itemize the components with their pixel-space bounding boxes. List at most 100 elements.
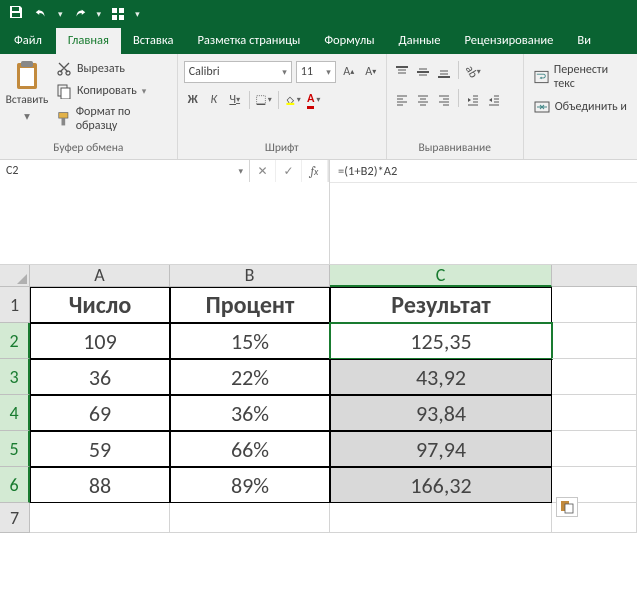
cell-B1[interactable]: Процент — [170, 287, 330, 323]
worksheet-grid[interactable]: A B C 1 Число Процент Результат 2 109 15… — [0, 265, 637, 533]
format-painter-button[interactable]: Формат по образцу — [52, 103, 171, 135]
cell-A1[interactable]: Число — [30, 287, 170, 323]
wrap-text-button[interactable]: Перенести текс — [530, 61, 631, 93]
cell-A4[interactable]: 69 — [30, 395, 170, 431]
paste-button[interactable]: Вставить ▾ — [6, 57, 48, 141]
align-left-button[interactable] — [393, 89, 411, 111]
redo-dropdown-icon[interactable]: ▾ — [97, 9, 102, 20]
cell-B7[interactable] — [170, 503, 330, 533]
tab-review[interactable]: Рецензирование — [452, 28, 565, 54]
cell-C4[interactable]: 93,84 — [330, 395, 552, 431]
increase-indent-button[interactable] — [485, 89, 503, 111]
group-label-font: Шрифт — [184, 141, 380, 157]
save-icon[interactable] — [8, 4, 24, 25]
cut-button[interactable]: Вырезать — [52, 59, 171, 79]
formula-text: =(1+B2)*A2 — [330, 164, 397, 179]
tab-formulas[interactable]: Формулы — [312, 28, 386, 54]
tab-home[interactable]: Главная — [56, 28, 121, 54]
brush-icon — [56, 111, 71, 127]
align-bottom-button[interactable] — [435, 61, 453, 83]
col-header-B[interactable]: B — [170, 265, 330, 287]
font-name-combo[interactable]: Calibri ▾ — [184, 61, 292, 83]
cell-A6[interactable]: 88 — [30, 467, 170, 503]
bold-button[interactable]: Ж — [184, 89, 202, 111]
cell-B2[interactable]: 15% — [170, 323, 330, 359]
paste-options-icon[interactable] — [556, 497, 578, 517]
fill-color-button[interactable]: ▾ — [284, 89, 302, 111]
tab-file[interactable]: Файл — [0, 28, 56, 54]
align-center-button[interactable] — [414, 89, 432, 111]
tab-view[interactable]: Ви — [565, 28, 603, 54]
cell-C6[interactable]: 166,32 — [330, 467, 552, 503]
cut-label: Вырезать — [77, 62, 125, 76]
cell-D3[interactable] — [552, 359, 637, 395]
cell-A2[interactable]: 109 — [30, 323, 170, 359]
cell-A3[interactable]: 36 — [30, 359, 170, 395]
cell-C3[interactable]: 43,92 — [330, 359, 552, 395]
orientation-button[interactable]: ab▾ — [464, 61, 482, 83]
cell-B3[interactable]: 22% — [170, 359, 330, 395]
cell-C5[interactable]: 97,94 — [330, 431, 552, 467]
align-right-button[interactable] — [435, 89, 453, 111]
decrease-font-button[interactable]: A▾ — [362, 61, 380, 83]
merge-icon — [534, 99, 550, 115]
cell-B6[interactable]: 89% — [170, 467, 330, 503]
underline-button[interactable]: Ч ▾ — [226, 89, 244, 111]
row-header-5[interactable]: 5 — [0, 431, 30, 467]
redo-icon[interactable] — [71, 5, 89, 23]
row-header-1[interactable]: 1 — [0, 287, 30, 323]
undo-dropdown-icon[interactable]: ▾ — [58, 9, 63, 20]
undo-icon[interactable] — [32, 5, 50, 23]
align-top-button[interactable] — [393, 61, 411, 83]
accept-formula-button[interactable]: ✓ — [276, 160, 302, 182]
cell-D5[interactable] — [552, 431, 637, 467]
cell-D1[interactable] — [552, 287, 637, 323]
col-header-C[interactable]: C — [330, 265, 552, 287]
cell-D2[interactable] — [552, 323, 637, 359]
qat-customize-icon[interactable]: ▾ — [135, 9, 140, 20]
increase-font-button[interactable]: A▴ — [340, 61, 358, 83]
row-header-7[interactable]: 7 — [0, 503, 30, 533]
name-box[interactable]: C2 ▾ — [0, 160, 250, 182]
cancel-formula-button[interactable]: ✕ — [250, 160, 276, 182]
select-all-corner[interactable] — [0, 265, 30, 287]
copy-button[interactable]: Копировать ▾ — [52, 81, 171, 101]
align-middle-button[interactable] — [414, 61, 432, 83]
cell-D4[interactable] — [552, 395, 637, 431]
border-icon — [256, 93, 266, 107]
italic-button[interactable]: К — [205, 89, 223, 111]
fx-icon[interactable]: fx — [302, 160, 328, 182]
row-header-6[interactable]: 6 — [0, 467, 30, 503]
cell-C2[interactable]: 125,35 — [330, 323, 552, 359]
font-color-button[interactable]: А ▾ — [305, 89, 323, 111]
cell-B5[interactable]: 66% — [170, 431, 330, 467]
tab-data[interactable]: Данные — [387, 28, 453, 54]
tab-page-layout[interactable]: Разметка страницы — [185, 28, 312, 54]
col-header-A[interactable]: A — [30, 265, 170, 287]
tab-insert[interactable]: Вставка — [121, 28, 186, 54]
align-top-icon — [395, 65, 409, 79]
cell-C7[interactable] — [330, 503, 552, 533]
merge-center-button[interactable]: Объединить и — [530, 97, 631, 117]
formula-bar[interactable]: =(1+B2)*A2 — [329, 160, 637, 264]
align-left-icon — [395, 93, 409, 107]
cell-C1[interactable]: Результат — [330, 287, 552, 323]
chevron-down-icon: ▾ — [24, 109, 30, 124]
cell-B4[interactable]: 36% — [170, 395, 330, 431]
cell-A5[interactable]: 59 — [30, 431, 170, 467]
col-header-D[interactable] — [552, 265, 637, 287]
bucket-icon — [285, 93, 295, 107]
group-clipboard: Вставить ▾ Вырезать Копировать ▾ Формат … — [0, 54, 178, 159]
decrease-indent-button[interactable] — [464, 89, 482, 111]
row-header-3[interactable]: 3 — [0, 359, 30, 395]
borders-button[interactable]: ▾ — [255, 89, 273, 111]
grid-icon[interactable] — [109, 5, 127, 23]
quick-access-toolbar: ▾ ▾ ▾ — [0, 0, 637, 28]
row-header-2[interactable]: 2 — [0, 323, 30, 359]
row-header-4[interactable]: 4 — [0, 395, 30, 431]
wrap-text-icon — [534, 69, 549, 85]
font-size-combo[interactable]: 11 ▾ — [296, 61, 336, 83]
group-font: Calibri ▾ 11 ▾ A▴ A▾ Ж К Ч ▾ ▾ — [178, 54, 387, 159]
cell-A7[interactable] — [30, 503, 170, 533]
align-bottom-icon — [437, 65, 451, 79]
